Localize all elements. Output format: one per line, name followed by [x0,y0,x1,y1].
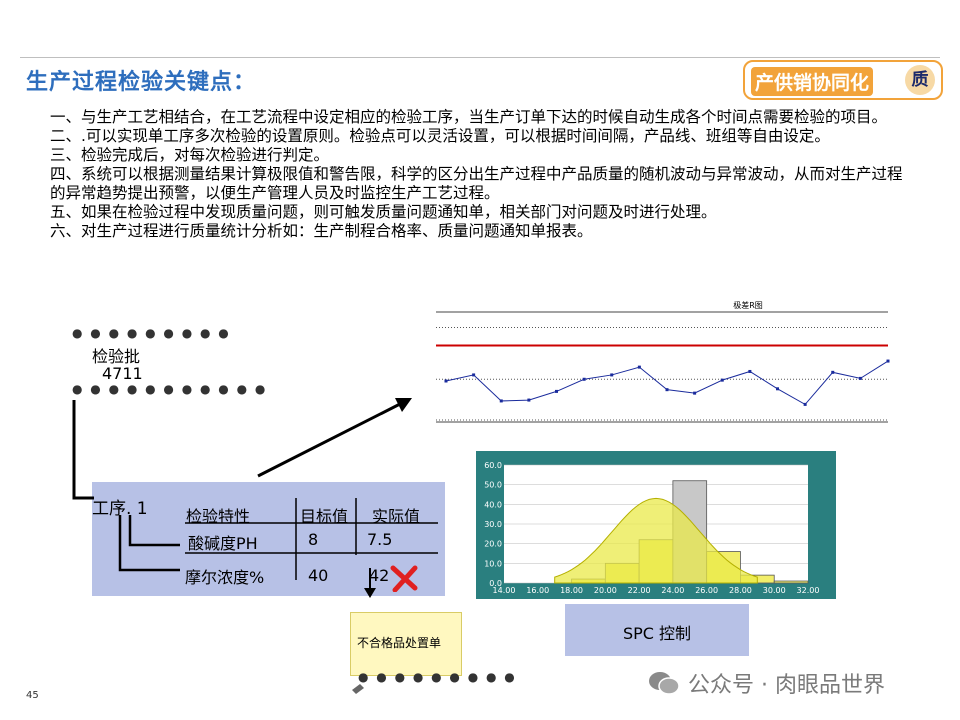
procedure-label: 工序. 1 [92,499,148,519]
arrow-to-chart [257,398,412,478]
series-point [720,378,724,382]
paperclip-icon [352,684,364,694]
header-characteristic: 检验特性 [186,507,251,526]
row2-characteristic: 摩尔浓度% [185,568,265,587]
row1-characteristic: 酸碱度PH [188,534,258,553]
y-tick-label: 50.0 [484,481,502,490]
paragraph-6: 六、对生产过程进行质量统计分析如：生产制程合格率、质量问题通知单报表。 [50,222,593,240]
y-tick-label: 20.0 [484,540,502,549]
paragraph-5: 五、如果在检验过程中发现质量问题，则可触发质量问题通知单，相关部门对问题及时进行… [50,203,717,221]
row1-target: 8 [308,530,319,549]
x-tick-label: 18.00 [560,586,583,595]
chart-title: 极差R图 [733,300,763,310]
batch-number: 4711 [102,364,143,383]
page-number: 45 [26,690,39,701]
x-tick-label: 14.00 [493,586,516,595]
disposition-note-label: 不合格品处置单 [357,636,442,650]
y-tick-label: 40.0 [484,500,502,509]
spc-label: SPC 控制 [622,624,692,643]
paragraph-4: 四、系统可以根据测量结果计算极限值和警告限，科学的区分出生产过程中产品质量的随机… [50,165,903,202]
x-tick-label: 30.00 [763,586,786,595]
y-tick-label: 10.0 [484,559,502,568]
arrow-shaft [257,402,401,478]
row2-target: 40 [308,566,329,585]
series-line [445,360,889,406]
note-dotted-border: ● ● ● ● ● ● ● ● ● [358,670,517,684]
header-target: 目标值 [300,507,349,526]
series-point [748,369,752,373]
paragraph-3: 三、检验完成后，对每次检验进行判定。 [50,146,330,164]
row2-actual: 42 [369,566,390,585]
batch-connector [72,400,94,500]
row-connector-inner [128,515,180,547]
x-tick-label: 32.00 [797,586,820,595]
category-badge: 产供销协同化 质 [743,60,943,100]
series-point [886,359,890,363]
body-text: 一、与生产工艺相结合，在工艺流程中设定相应的检验工序，当生产订单下达的时候自动生… [50,108,910,241]
series-point [776,387,779,391]
series-point [665,388,669,392]
x-tick-label: 16.00 [526,586,549,595]
top-rule [20,57,940,58]
y-tick-label: 60.0 [484,461,502,470]
series-point [693,391,697,395]
y-tick-label: 30.0 [484,520,502,529]
dotted-border-top: ● ● ● ● ● ● ● ● ● [72,326,231,340]
header-actual: 实际值 [372,507,421,526]
watermark-text: 公众号 · 肉眼品世界 [688,673,885,698]
series-point [858,376,862,380]
x-tick-label: 26.00 [695,586,718,595]
histogram-chart: 0.010.020.030.040.050.060.0 14.00 16.00 18… [476,451,836,599]
wechat-icon [649,672,680,695]
series-point [637,365,641,369]
note-arrow-head [364,588,376,598]
series-point [831,370,835,374]
series-point [444,379,448,383]
page-title: 生产过程检验关键点： [26,70,257,95]
x-tick-label: 24.00 [661,586,684,595]
histogram-bar [773,580,809,584]
series-points [444,359,890,406]
x-tick-label: 22.00 [628,586,651,595]
badge-circle: 质 [905,65,935,95]
series-point [555,389,558,393]
x-tick-label: 20.00 [594,586,617,595]
chart-gridlines [436,326,888,421]
paragraph-1: 一、与生产工艺相结合，在工艺流程中设定相应的检验工序，当生产订单下达的时候自动生… [50,108,888,126]
control-chart: 极差R图 [436,300,890,423]
series-point [610,373,614,377]
series-point [499,399,503,403]
series-point [582,377,586,381]
reject-x-icon [390,565,418,592]
x-tick-label: 28.00 [729,586,752,595]
series-point [472,373,476,377]
paragraph-2: 二、.可以实现单工序多次检验的设置原则。检验点可以灵活设置，可以根据时间间隔，产… [50,127,830,145]
row1-actual: 7.5 [367,530,393,549]
series-point [527,398,531,402]
badge-label: 产供销协同化 [751,67,874,96]
series-point [803,402,807,406]
